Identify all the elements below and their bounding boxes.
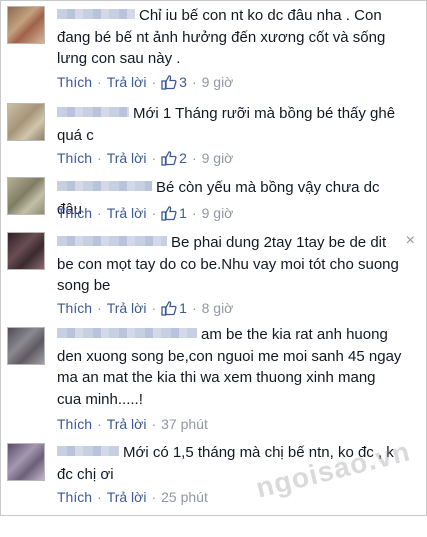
avatar[interactable] bbox=[7, 177, 45, 215]
like-count[interactable]: 2 bbox=[161, 150, 187, 166]
separator: · bbox=[151, 74, 157, 90]
like-count[interactable]: 1 bbox=[161, 205, 187, 221]
separator: · bbox=[151, 205, 157, 221]
separator: · bbox=[97, 489, 102, 505]
like-button[interactable]: Thích bbox=[57, 416, 92, 432]
close-icon[interactable]: × bbox=[406, 232, 415, 250]
comment-actions: Thích · Trả lời · 25 phút bbox=[57, 487, 208, 507]
timestamp[interactable]: 25 phút bbox=[161, 489, 208, 505]
avatar[interactable] bbox=[7, 443, 45, 481]
reply-button[interactable]: Trả lời bbox=[107, 300, 147, 316]
like-count-value: 2 bbox=[179, 150, 187, 166]
thumbs-up-icon bbox=[161, 75, 177, 90]
commenter-name-blurred[interactable] bbox=[57, 328, 197, 339]
avatar[interactable] bbox=[7, 327, 45, 365]
comment-actions: Thích · Trả lời · 3 · 9 giờ bbox=[57, 72, 233, 92]
separator: · bbox=[151, 489, 157, 505]
avatar[interactable] bbox=[7, 6, 45, 44]
reply-button[interactable]: Trả lời bbox=[107, 74, 147, 90]
like-count-value: 1 bbox=[179, 205, 187, 221]
thumbs-up-icon bbox=[161, 206, 177, 221]
timestamp[interactable]: 37 phút bbox=[161, 416, 208, 432]
reply-button[interactable]: Trả lời bbox=[107, 489, 147, 505]
commenter-name-blurred[interactable] bbox=[57, 181, 152, 192]
comment-actions: Thích · Trả lời · 1 · 8 giờ bbox=[57, 298, 233, 318]
like-button[interactable]: Thích bbox=[57, 489, 92, 505]
separator: · bbox=[151, 300, 157, 316]
separator: · bbox=[191, 150, 197, 166]
commenter-name-blurred[interactable] bbox=[57, 236, 167, 247]
separator: · bbox=[97, 74, 102, 90]
comment-text: Be phai dung 2tay 1tay be de dit be con … bbox=[57, 234, 399, 294]
separator: · bbox=[97, 205, 102, 221]
commenter-name-blurred[interactable] bbox=[57, 446, 119, 457]
separator: · bbox=[191, 205, 197, 221]
separator: · bbox=[191, 74, 197, 90]
timestamp[interactable]: 9 giờ bbox=[202, 205, 234, 221]
comment-text: am be the kia rat anh huong den xuong so… bbox=[57, 326, 402, 408]
reply-button[interactable]: Trả lời bbox=[107, 150, 147, 166]
separator: · bbox=[97, 150, 102, 166]
separator: · bbox=[151, 150, 157, 166]
reply-button[interactable]: Trả lời bbox=[107, 416, 147, 432]
timestamp[interactable]: 8 giờ bbox=[202, 300, 234, 316]
thumbs-up-icon bbox=[161, 151, 177, 166]
separator: · bbox=[97, 416, 102, 432]
thumbs-up-icon bbox=[161, 301, 177, 316]
commenter-name-blurred[interactable] bbox=[57, 9, 135, 20]
like-count[interactable]: 3 bbox=[161, 74, 187, 90]
comment-text: Chỉ iu bế con nt ko dc đâu nha . Con đan… bbox=[57, 7, 386, 67]
comment-actions: Thích · Trả lời · 2 · 9 giờ bbox=[57, 148, 233, 168]
avatar[interactable] bbox=[7, 232, 45, 270]
timestamp[interactable]: 9 giờ bbox=[202, 74, 234, 90]
like-count-value: 1 bbox=[179, 300, 187, 316]
like-button[interactable]: Thích bbox=[57, 150, 92, 166]
like-button[interactable]: Thích bbox=[57, 205, 92, 221]
comment-actions: Thích · Trả lời · 37 phút bbox=[57, 414, 208, 434]
separator: · bbox=[151, 416, 157, 432]
like-count[interactable]: 1 bbox=[161, 300, 187, 316]
comment-text: Mới 1 Tháng rưỡi mà bồng bé thấy ghê quá… bbox=[57, 105, 396, 144]
reply-button[interactable]: Trả lời bbox=[107, 205, 147, 221]
timestamp[interactable]: 9 giờ bbox=[202, 150, 234, 166]
avatar[interactable] bbox=[7, 103, 45, 141]
commenter-name-blurred[interactable] bbox=[57, 107, 129, 118]
separator: · bbox=[97, 300, 102, 316]
comment-actions: Thích · Trả lời · 1 · 9 giờ bbox=[57, 203, 233, 223]
comment-text: Mới có 1,5 tháng mà chị bế ntn, ko đc , … bbox=[57, 444, 394, 483]
separator: · bbox=[191, 300, 197, 316]
like-button[interactable]: Thích bbox=[57, 300, 92, 316]
like-button[interactable]: Thích bbox=[57, 74, 92, 90]
like-count-value: 3 bbox=[179, 74, 187, 90]
